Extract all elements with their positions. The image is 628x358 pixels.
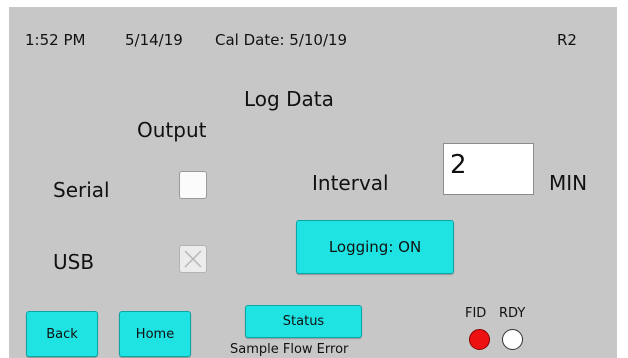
home-button[interactable]: Home <box>119 311 191 357</box>
serial-checkbox[interactable] <box>179 171 207 199</box>
check-x-icon <box>184 250 202 268</box>
calibration-date: Cal Date: 5/10/19 <box>215 31 348 49</box>
serial-label: Serial <box>53 178 110 202</box>
fid-indicator-light <box>469 329 490 350</box>
channel-indicator: R2 <box>557 31 577 49</box>
fid-label: FID <box>465 306 487 321</box>
rdy-label: RDY <box>499 306 526 321</box>
usb-checkbox[interactable] <box>179 245 207 273</box>
output-heading: Output <box>137 118 207 142</box>
logging-toggle-button[interactable]: Logging: ON <box>296 220 454 274</box>
back-button[interactable]: Back <box>26 311 98 357</box>
interval-label: Interval <box>312 171 389 195</box>
interval-input[interactable]: 2 <box>443 143 534 195</box>
instrument-screen: 1:52 PM 5/14/19 Cal Date: 5/10/19 R2 Log… <box>9 7 617 358</box>
error-message: Sample Flow Error <box>230 342 349 357</box>
clock-time: 1:52 PM <box>25 31 86 49</box>
interval-unit: MIN <box>549 171 588 195</box>
current-date: 5/14/19 <box>125 31 183 49</box>
rdy-indicator-light <box>502 329 523 350</box>
page-title: Log Data <box>244 87 334 111</box>
status-button[interactable]: Status <box>245 305 362 338</box>
usb-label: USB <box>53 250 95 274</box>
